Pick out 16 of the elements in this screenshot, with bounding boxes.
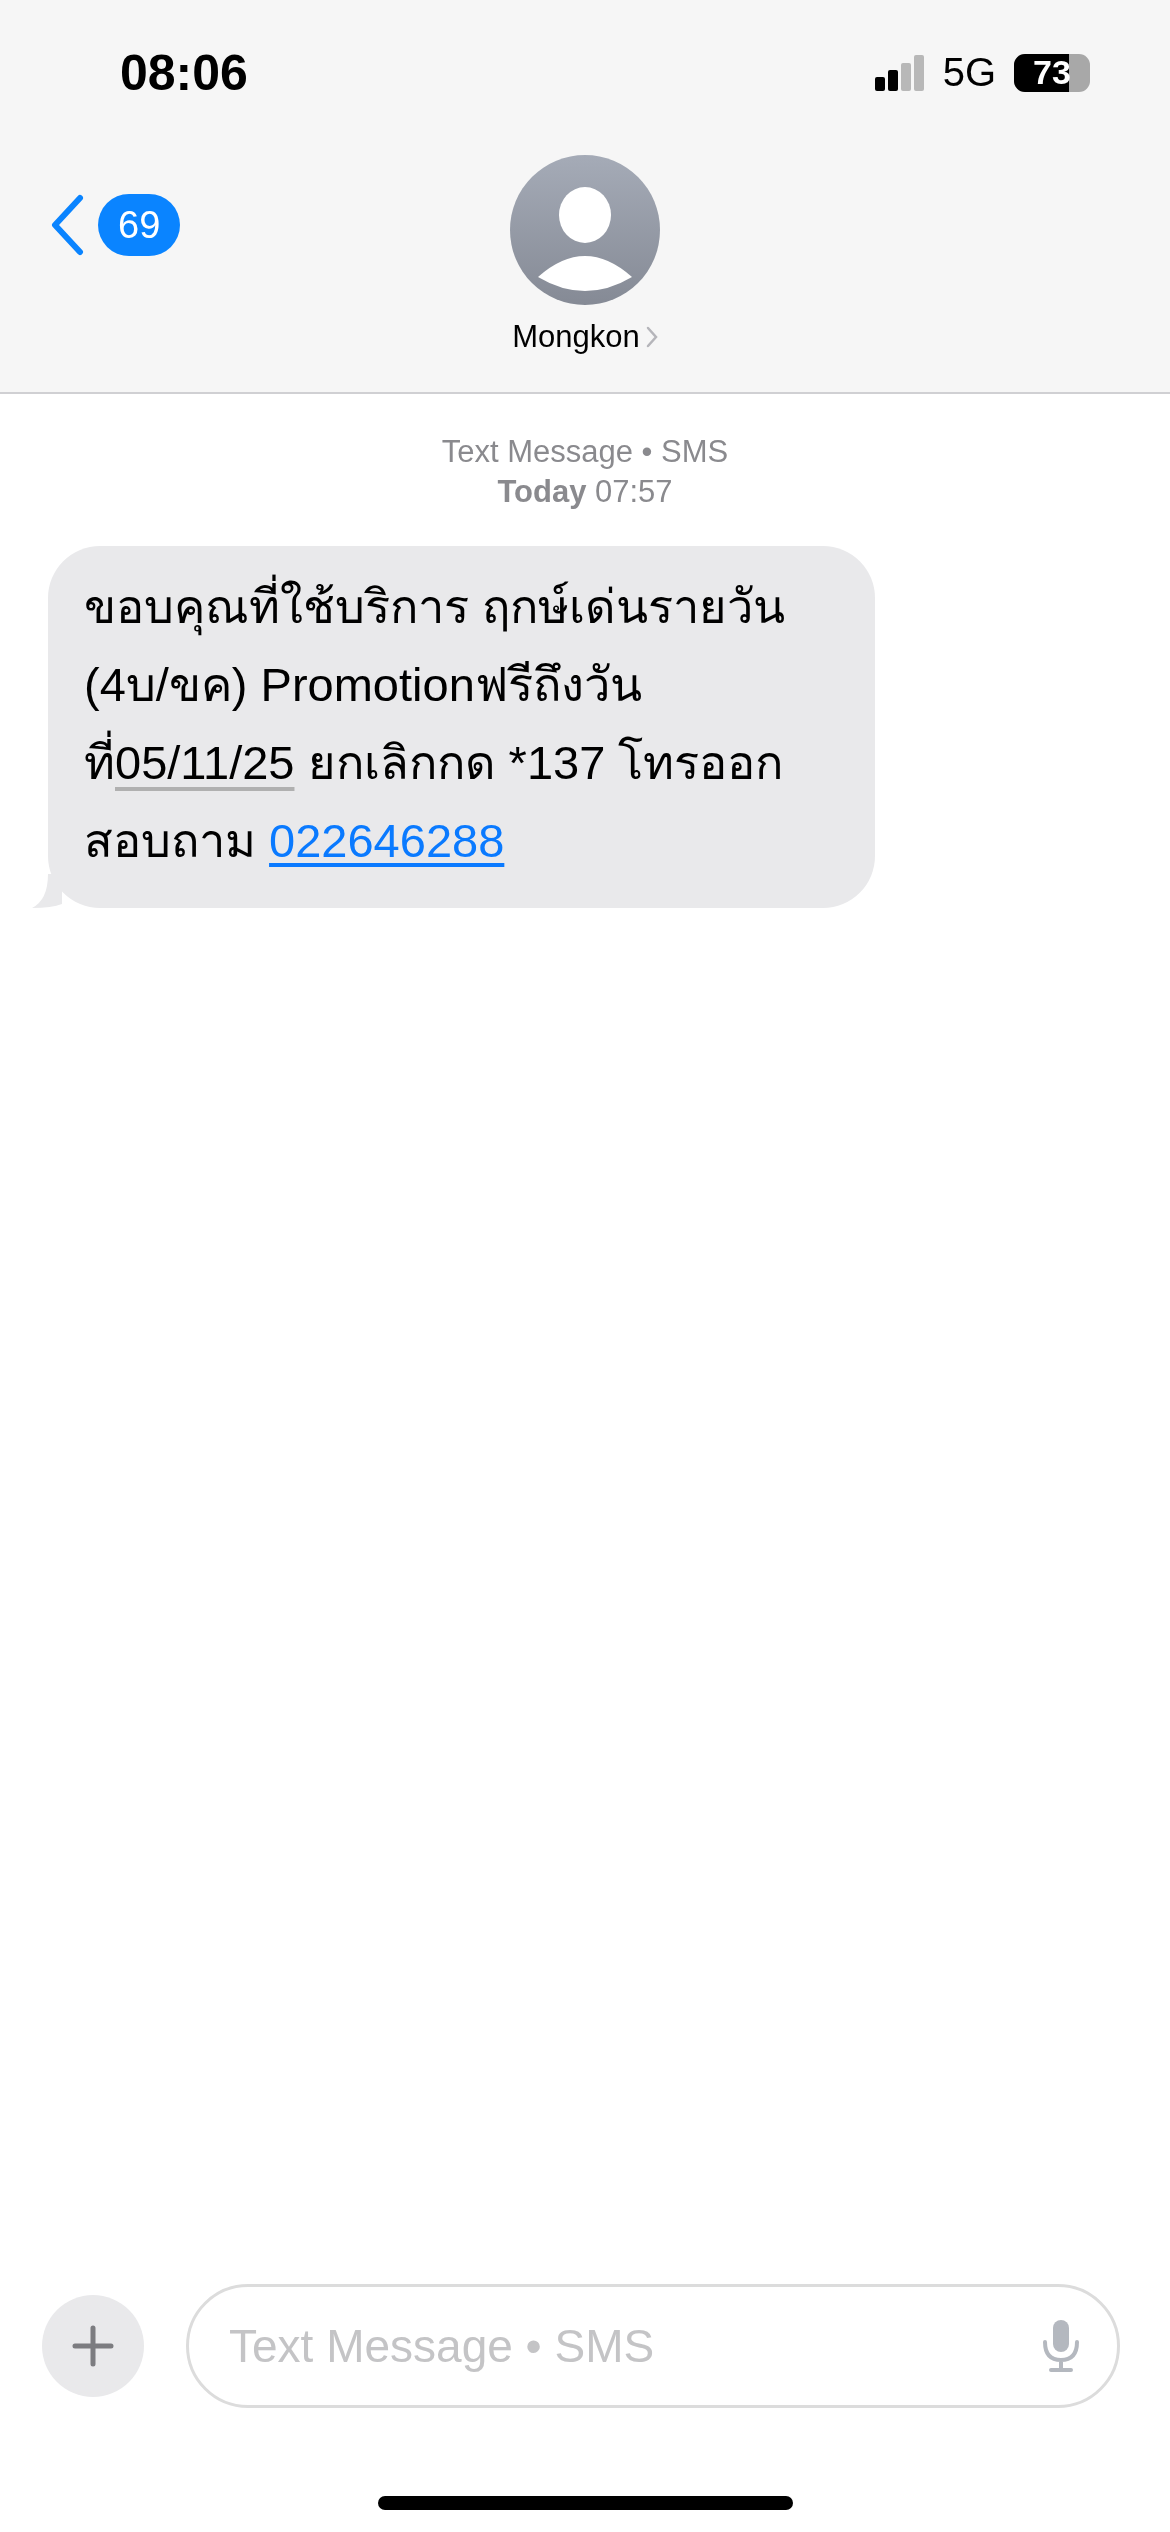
service-label: Text Message • SMS bbox=[441, 433, 729, 471]
signal-icon bbox=[874, 54, 925, 91]
message-text: ขอบคุณที่ใช้บริการ ฤกษ์เด่นรายวัน (4บ/ขค) Promotionฟรีถึงวัน ที่05/11/25 ยกเลิกกด *137 โทรออก สอบถาม 022646288 bbox=[84, 568, 835, 880]
contact-name: Mongkon bbox=[512, 319, 640, 355]
network-label: 5G bbox=[942, 50, 996, 95]
date-link[interactable]: 05/11/25 bbox=[115, 736, 295, 789]
plus-icon bbox=[72, 2325, 114, 2367]
message-input-field[interactable]: Text Message • SMS bbox=[186, 2284, 1120, 2408]
chevron-left-icon bbox=[50, 194, 84, 256]
chevron-right-icon bbox=[645, 326, 658, 348]
back-button[interactable]: 69 bbox=[50, 192, 181, 258]
unread-count-badge: 69 bbox=[98, 194, 181, 256]
contact-button[interactable]: Mongkon bbox=[510, 155, 660, 355]
message-timestamp: Today 07:57 bbox=[497, 473, 673, 511]
status-time: 08:06 bbox=[120, 43, 248, 102]
avatar-icon bbox=[510, 155, 660, 305]
